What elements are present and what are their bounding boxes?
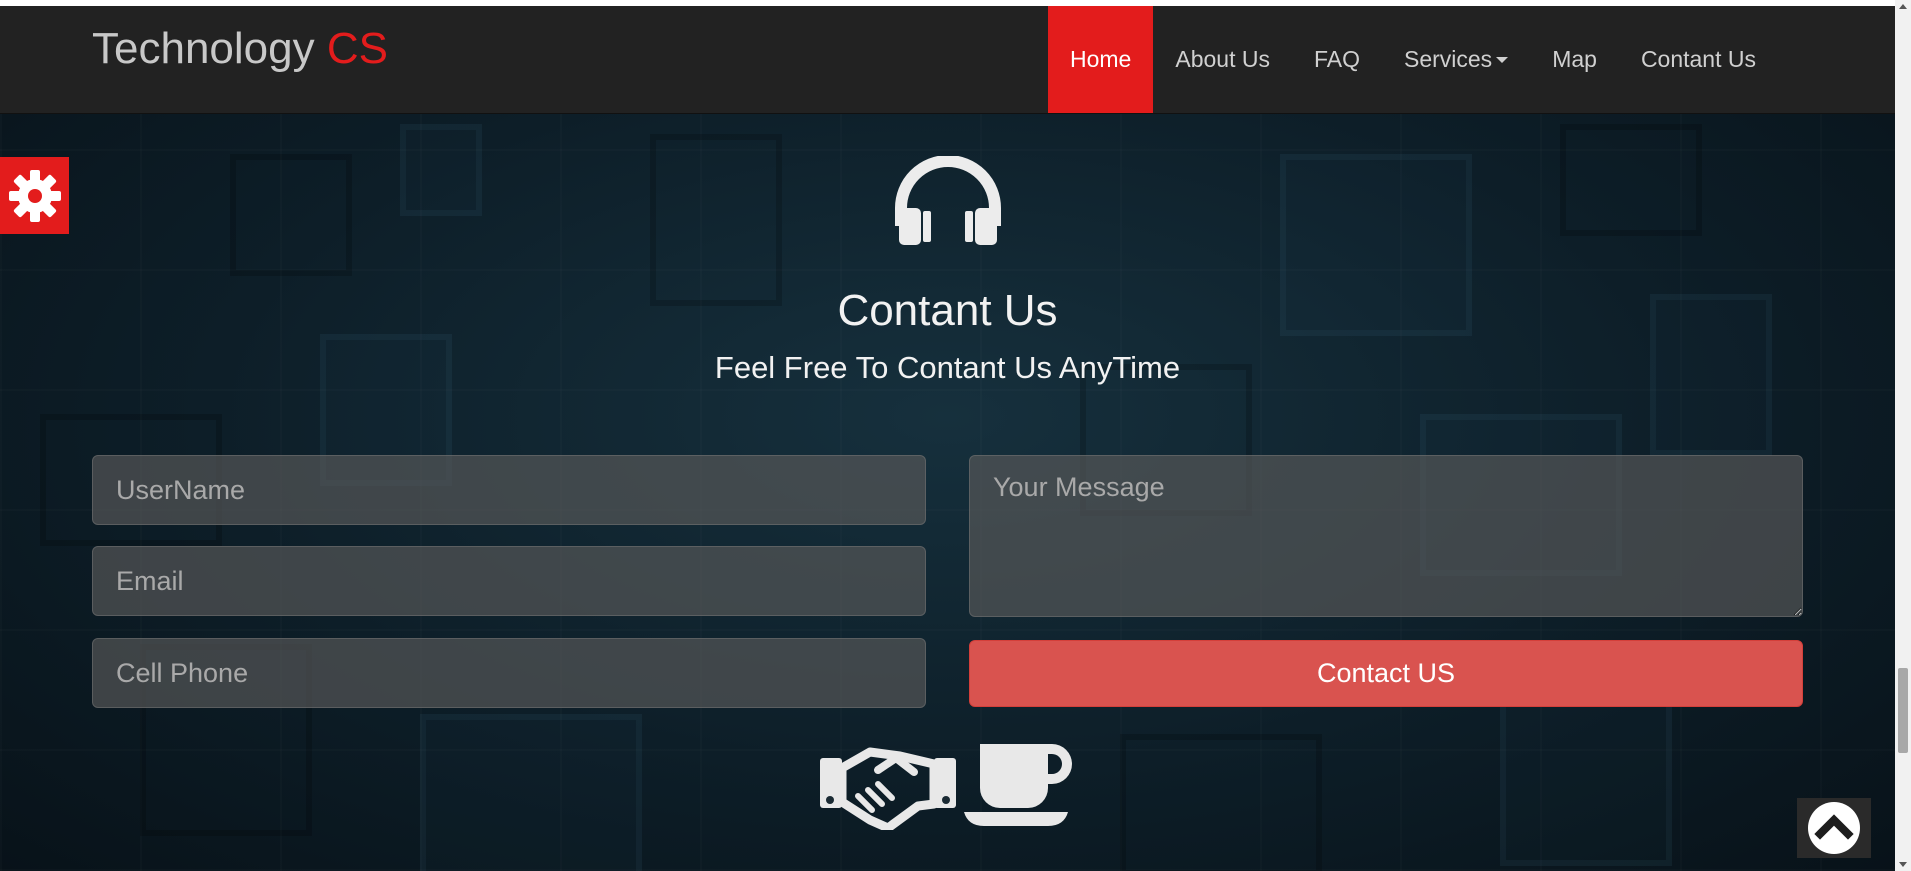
brand-name: Technology — [92, 24, 315, 73]
nav-item-label: Contant Us — [1640, 46, 1756, 72]
username-input[interactable] — [92, 455, 926, 525]
email-input[interactable] — [92, 546, 926, 616]
chevron-up-icon — [1808, 802, 1860, 854]
nav-item-home[interactable]: Home — [1048, 6, 1154, 113]
nav-item-map[interactable]: Map — [1530, 6, 1619, 113]
background-square — [230, 154, 352, 276]
nav-item-label: Home — [1070, 46, 1132, 72]
background-square — [1120, 734, 1322, 871]
nav-item-services[interactable]: Services — [1382, 6, 1530, 113]
nav-item-label: FAQ — [1313, 46, 1360, 72]
message-textarea[interactable] — [969, 455, 1803, 617]
nav-item-about-us[interactable]: About Us — [1153, 6, 1292, 113]
nav-menu: Home About Us FAQ Services Map Contant U… — [1048, 6, 1778, 113]
nav-item-label: Map — [1552, 46, 1597, 72]
brand-logo[interactable]: Technology CS — [92, 24, 388, 74]
scroll-up-arrow-icon[interactable] — [1899, 4, 1907, 9]
scroll-down-arrow-icon[interactable] — [1899, 862, 1907, 867]
nav-item-contact-us[interactable]: Contant Us — [1619, 6, 1778, 113]
nav-item-faq[interactable]: FAQ — [1292, 6, 1382, 113]
page-scrollbar[interactable] — [1895, 0, 1911, 871]
gear-icon — [8, 169, 61, 222]
caret-down-icon — [1496, 56, 1509, 63]
contact-us-button[interactable]: Contact US — [969, 640, 1803, 707]
section-subtitle: Feel Free To Contant Us AnyTime — [714, 350, 1181, 385]
nav-item-label: Services — [1403, 46, 1493, 72]
brand-accent: CS — [326, 24, 388, 73]
scroll-to-top-button[interactable] — [1797, 798, 1871, 858]
navbar: Technology CS Home About Us FAQ Services… — [0, 6, 1895, 114]
coffee-cup-icon — [964, 744, 1072, 826]
cell-phone-input[interactable] — [92, 638, 926, 708]
background-square — [650, 134, 782, 306]
section-title: Contant Us — [837, 286, 1058, 335]
headphones-icon — [895, 156, 1001, 245]
scrollbar-thumb[interactable] — [1898, 668, 1908, 753]
contact-us-button-label: Contact US — [1316, 658, 1456, 688]
background-square — [400, 124, 482, 216]
handshake-icon — [820, 747, 956, 830]
settings-button[interactable] — [0, 157, 69, 234]
background-square — [420, 714, 642, 871]
nav-item-label: About Us — [1175, 46, 1270, 72]
background-square — [1560, 124, 1702, 236]
